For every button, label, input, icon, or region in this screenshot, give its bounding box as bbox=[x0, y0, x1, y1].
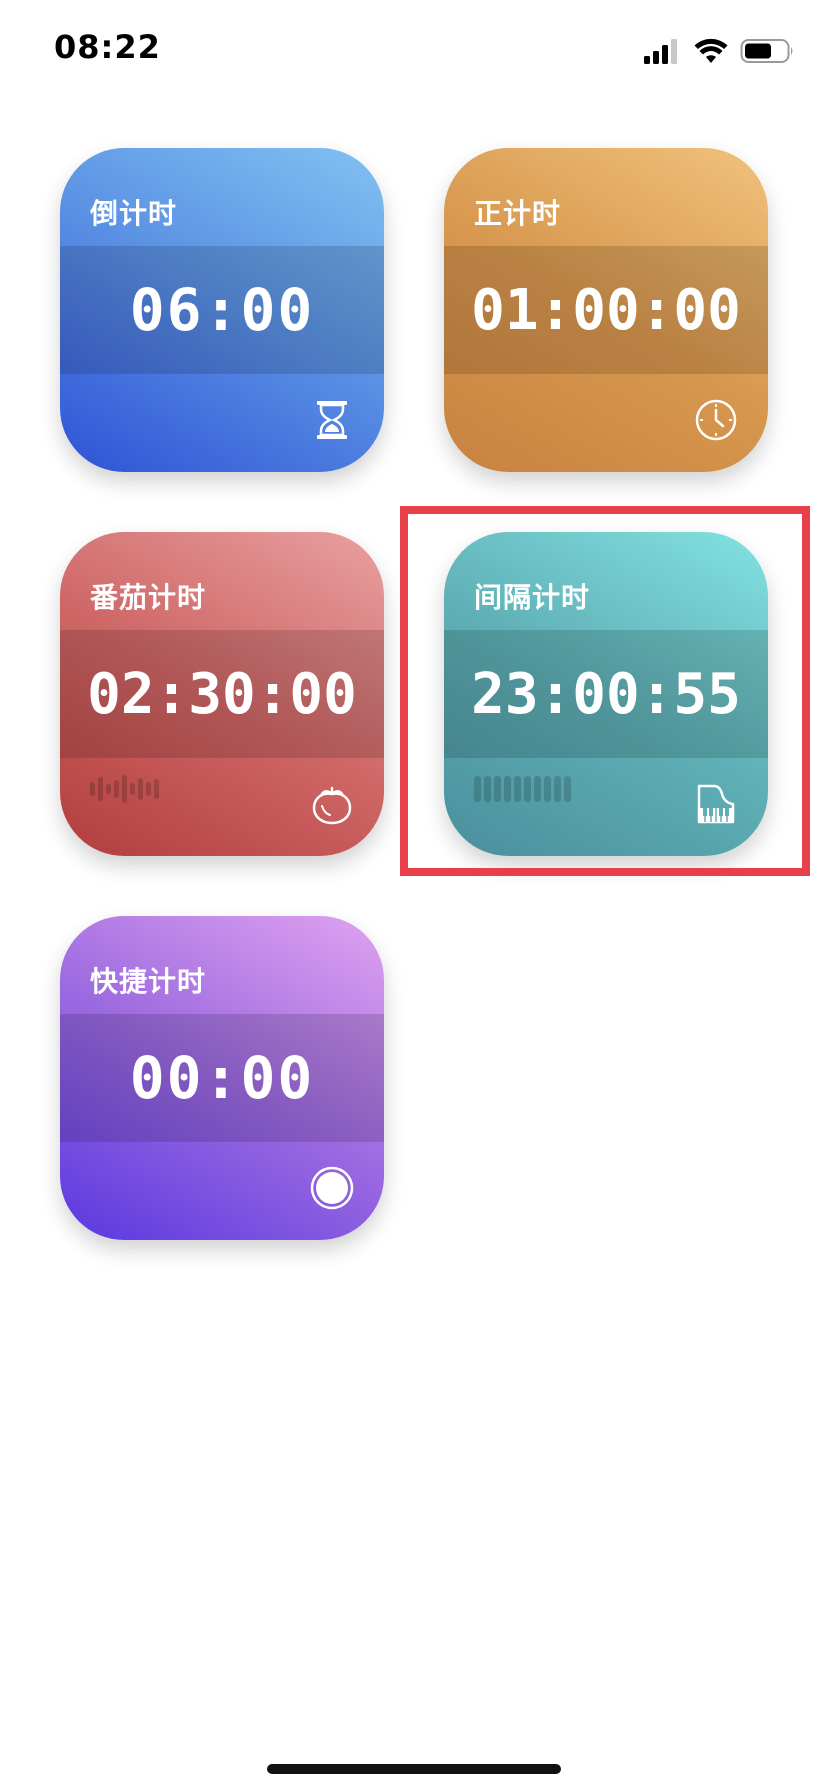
card-title: 倒计时 bbox=[90, 197, 178, 230]
hourglass-icon bbox=[317, 401, 347, 439]
card-title: 正计时 bbox=[474, 197, 562, 230]
wifi-icon bbox=[694, 38, 728, 63]
signal-icon bbox=[644, 39, 677, 64]
stopwatch-card[interactable]: 正计时 01:00:00 bbox=[444, 148, 768, 472]
tomato-card[interactable]: 番茄计时 02:30:00 bbox=[60, 532, 384, 856]
card-title: 快捷计时 bbox=[90, 965, 207, 998]
clock-icon bbox=[695, 399, 737, 441]
card-time: 01:00:00 bbox=[471, 277, 741, 343]
battery-icon bbox=[740, 39, 793, 63]
sound-wave-icon bbox=[90, 775, 159, 803]
status-icons bbox=[642, 36, 796, 66]
home-indicator[interactable] bbox=[267, 1764, 561, 1774]
selection-highlight bbox=[400, 506, 810, 876]
countdown-card[interactable]: 倒计时 06:00 bbox=[60, 148, 384, 472]
tomato-icon bbox=[312, 786, 352, 825]
card-time: 00:00 bbox=[129, 1044, 315, 1112]
card-time: 06:00 bbox=[129, 276, 315, 344]
card-time: 02:30:00 bbox=[87, 661, 357, 727]
status-bar: 08:22 bbox=[0, 0, 828, 100]
card-title: 番茄计时 bbox=[90, 581, 207, 614]
status-time: 08:22 bbox=[54, 28, 161, 66]
quick-timer-card[interactable]: 快捷计时 00:00 bbox=[60, 916, 384, 1240]
record-button-icon[interactable] bbox=[310, 1166, 354, 1210]
